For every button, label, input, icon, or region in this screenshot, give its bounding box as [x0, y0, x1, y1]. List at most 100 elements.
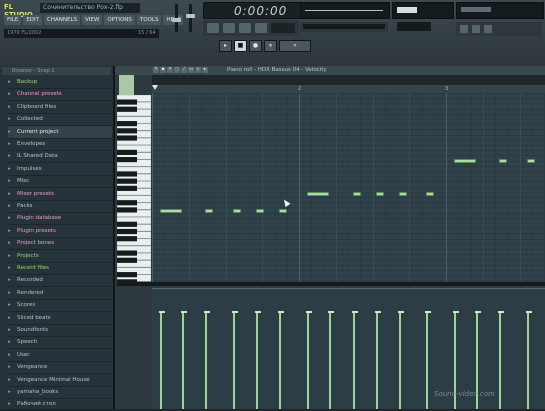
browser-item[interactable]: ▸ Current project: [8, 125, 112, 139]
browser-item[interactable]: ▸ Vengeance: [8, 361, 112, 375]
browser-item[interactable]: ▸ Collected: [8, 113, 112, 127]
browser-item[interactable]: ▸ Mixer presets: [8, 188, 112, 201]
velocity-bar[interactable]: [352, 311, 358, 409]
record-button[interactable]: ●: [249, 40, 262, 52]
black-key[interactable]: [117, 178, 137, 184]
shortcut-button-2[interactable]: [472, 25, 480, 33]
play-button[interactable]: ▸: [219, 40, 232, 52]
velocity-bar[interactable]: [425, 311, 431, 409]
browser-item[interactable]: ▸ Projects: [8, 250, 112, 263]
black-key[interactable]: [117, 171, 137, 177]
menu-view[interactable]: VIEW: [82, 15, 103, 25]
browser-item[interactable]: ▸ Misc: [8, 175, 112, 189]
velocity-bar[interactable]: [255, 311, 261, 409]
fast-forward-button[interactable]: »: [279, 40, 311, 52]
note-block[interactable]: [454, 159, 476, 163]
velocity-bar[interactable]: [498, 311, 504, 409]
browser-item[interactable]: ▸ Plugin presets: [8, 225, 112, 238]
note-block[interactable]: [233, 209, 241, 213]
browser-item[interactable]: ▸ Vengeance Minimal House: [8, 374, 112, 387]
browser-item[interactable]: ▸ Soundfonts: [8, 324, 112, 337]
browser-item[interactable]: ▸ Scores: [8, 299, 112, 313]
browser-item[interactable]: ▸ yamaha_books: [8, 386, 112, 399]
black-key[interactable]: [117, 272, 137, 278]
delete-icon[interactable]: ✕: [167, 67, 173, 73]
shortcut-button-3[interactable]: [484, 25, 492, 33]
note-block[interactable]: [307, 192, 329, 196]
browser-item[interactable]: ▸ Clipboard files: [8, 101, 112, 114]
black-key[interactable]: [117, 200, 137, 206]
pattern-selector[interactable]: [397, 22, 431, 31]
black-key[interactable]: [117, 257, 137, 263]
note-block[interactable]: [376, 192, 384, 196]
pattern-button[interactable]: [239, 23, 251, 33]
velocity-bar[interactable]: [278, 311, 284, 409]
note-grid[interactable]: [152, 93, 545, 282]
play-icon[interactable]: ▸: [202, 67, 208, 73]
note-block[interactable]: [353, 192, 361, 196]
note-block[interactable]: [426, 192, 434, 196]
select-icon[interactable]: ▭: [188, 67, 194, 73]
note-block[interactable]: [256, 209, 264, 213]
black-key[interactable]: [117, 135, 137, 141]
note-block[interactable]: [399, 192, 407, 196]
shortcut-button-1[interactable]: [460, 25, 468, 33]
black-key[interactable]: [117, 149, 137, 155]
menu-channels[interactable]: CHANNELS: [44, 15, 81, 25]
slice-icon[interactable]: ⧸: [181, 67, 187, 73]
browser-item[interactable]: ▸ Plugin database: [8, 212, 112, 226]
browser-item[interactable]: ▸ User: [8, 349, 112, 362]
black-key[interactable]: [117, 228, 137, 235]
master-pitch-slider[interactable]: [189, 4, 192, 32]
snap-button[interactable]: [255, 23, 267, 33]
velocity-bar[interactable]: [306, 311, 312, 409]
browser-item[interactable]: ▸ Channel presets: [8, 88, 112, 102]
note-block[interactable]: [205, 209, 213, 213]
note-block[interactable]: [499, 159, 507, 163]
pause-button[interactable]: ⏸: [264, 40, 277, 52]
velocity-bar[interactable]: [159, 311, 165, 409]
mute-icon[interactable]: ◌: [174, 67, 180, 73]
browser-item[interactable]: ▸ Recorded: [8, 274, 112, 288]
note-block[interactable]: [527, 159, 535, 163]
menu-edit[interactable]: EDIT: [23, 15, 43, 25]
black-key[interactable]: [117, 106, 137, 112]
browser-item[interactable]: ▸ Speech: [8, 336, 112, 350]
note-block[interactable]: [279, 209, 287, 213]
brush-icon[interactable]: ▪: [160, 67, 166, 73]
browser-item[interactable]: ▸ Envelopes: [8, 138, 112, 151]
black-key[interactable]: [117, 128, 137, 134]
menu-file[interactable]: FILE: [4, 15, 22, 25]
master-pitch-knob[interactable]: [186, 14, 195, 18]
velocity-bar[interactable]: [204, 311, 210, 409]
menu-tools[interactable]: TOOLS: [136, 15, 162, 25]
velocity-bar[interactable]: [328, 311, 334, 409]
black-key[interactable]: [117, 185, 137, 191]
tempo-field[interactable]: [271, 23, 295, 33]
browser-item[interactable]: ▸ Рабочий стол: [8, 398, 112, 411]
browser-item[interactable]: ▸ Packs: [8, 200, 112, 213]
black-key[interactable]: [117, 99, 137, 105]
black-key[interactable]: [117, 236, 137, 242]
browser-item[interactable]: ▸ Recent files: [8, 262, 112, 275]
black-key[interactable]: [117, 207, 137, 213]
velocity-bar[interactable]: [526, 311, 532, 409]
playhead-marker[interactable]: [152, 85, 158, 90]
browser-item[interactable]: ▸ Rendered: [8, 287, 112, 300]
pat-song-toggle[interactable]: [207, 23, 219, 33]
stop-button[interactable]: ■: [234, 40, 247, 52]
velocity-bar[interactable]: [398, 311, 404, 409]
piano-keyboard[interactable]: [117, 95, 151, 282]
browser-item[interactable]: ▸ Impulses: [8, 163, 112, 176]
browser-item[interactable]: ▸ IL Shared Data: [8, 150, 112, 164]
black-key[interactable]: [117, 121, 137, 127]
tempo-button[interactable]: [223, 23, 235, 33]
browser-item[interactable]: ▸ Project bones: [8, 237, 112, 251]
menu-options[interactable]: OPTIONS: [104, 15, 135, 25]
velocity-bar[interactable]: [232, 311, 238, 409]
timeline-ruler[interactable]: 2 3: [152, 85, 545, 93]
master-volume-knob[interactable]: [172, 18, 181, 22]
velocity-bar[interactable]: [181, 311, 187, 409]
black-key[interactable]: [117, 221, 137, 227]
note-block[interactable]: [160, 209, 182, 213]
